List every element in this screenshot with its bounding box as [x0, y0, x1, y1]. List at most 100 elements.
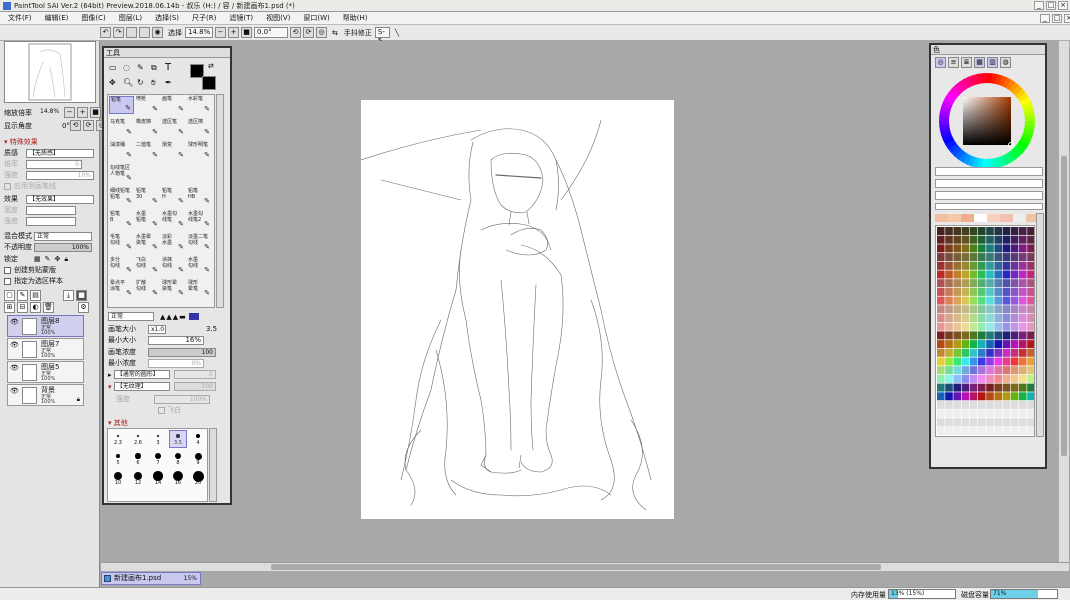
brush-size-multiplier[interactable]: x1.0	[148, 324, 166, 334]
maximize-button[interactable]: □	[1046, 1, 1056, 10]
brush-slot[interactable]: 勾线笔区 人物笔 ✎	[109, 165, 134, 183]
horizontal-scroll-thumb[interactable]	[271, 564, 881, 570]
brush-shape-selected-icon[interactable]	[188, 313, 199, 320]
zoom-in-icon[interactable]: +	[228, 27, 239, 38]
size-dot[interactable]	[155, 453, 161, 459]
layer-transfer-icon[interactable]: ⤓	[63, 290, 74, 301]
rotation-field[interactable]: 0.0°	[254, 27, 288, 38]
palette-tab-icon[interactable]: ▦	[974, 57, 985, 68]
brush-scrollbar[interactable]	[216, 94, 224, 308]
brush-slot[interactable]: 球形 晕笔 ✎	[187, 280, 212, 298]
brush-slot[interactable]: 水墨勾 线笔2 ✎	[187, 211, 212, 229]
size-dot[interactable]	[114, 472, 122, 480]
brush-slot[interactable]: 二值笔 ✎	[135, 142, 160, 160]
nav-zoom-reset-icon[interactable]: ■	[90, 107, 101, 118]
brush-slot[interactable]: 细线铅笔 铅笔 ✎	[109, 188, 134, 206]
select-source-checkbox[interactable]	[4, 277, 11, 285]
deselect-icon[interactable]	[126, 27, 137, 38]
size-dot[interactable]	[135, 453, 141, 459]
menu-layer[interactable]: 图层(L)	[119, 13, 142, 23]
texture-scale-field[interactable]: 0	[26, 159, 82, 169]
doc-restore-button[interactable]: □	[1052, 14, 1062, 23]
brush-slot[interactable]: 马克笔 ✎	[109, 119, 134, 137]
brush-slot[interactable]: 涂抹 勾线 ✎	[161, 257, 186, 275]
brush-slot[interactable]	[187, 165, 212, 183]
brush-slot[interactable]: 水墨晕 染笔 ✎	[135, 234, 160, 252]
vertical-scroll-thumb[interactable]	[1061, 156, 1067, 456]
rgb-slider-tab-icon[interactable]: ≡	[948, 57, 959, 68]
brush-slot[interactable]: 水墨 铅笔 ✎	[135, 211, 160, 229]
brush-slot[interactable]: 画笔 ✎	[161, 96, 186, 114]
min-size-slider[interactable]: 16%	[148, 335, 204, 345]
invert-selection-icon[interactable]	[139, 27, 150, 38]
size-dot[interactable]	[196, 434, 200, 438]
menu-ruler[interactable]: 尺子(R)	[192, 13, 216, 23]
brush-slot[interactable]: 铅笔 30 ✎	[135, 188, 160, 206]
apply-brush-checkbox[interactable]	[4, 182, 11, 190]
size-scrollbar[interactable]	[209, 428, 217, 502]
redo-icon[interactable]: ↷	[113, 27, 124, 38]
vertical-scrollbar[interactable]	[1058, 41, 1069, 562]
layer-item[interactable]: 👁︎ 背景 正常 100% 🔒︎	[7, 384, 84, 406]
zoom-out-icon[interactable]: −	[215, 27, 226, 38]
swatch-tab-icon[interactable]: ▥	[987, 57, 998, 68]
brush-slot[interactable]: 淡彩 水墨 ✎	[161, 234, 186, 252]
layer-delete-icon[interactable]: ■	[76, 290, 87, 301]
brush-slot[interactable]: 水墨 勾线 ✎	[187, 257, 212, 275]
menu-help[interactable]: 帮助(H)	[343, 13, 368, 23]
size-dot[interactable]	[194, 452, 202, 460]
brush-slot[interactable]	[135, 165, 160, 183]
density-slider[interactable]: 100	[148, 347, 216, 357]
layer-select-icon[interactable]: ⧉	[151, 63, 157, 73]
swatch-grid[interactable]	[935, 225, 1035, 437]
color-bar[interactable]	[935, 203, 1043, 210]
zoom-field[interactable]: 14.8%	[185, 27, 213, 38]
min-density-slider[interactable]: 0%	[148, 358, 204, 368]
brush-strength-slider[interactable]: 100%	[154, 394, 210, 404]
visibility-eye-icon[interactable]: 👁︎	[10, 364, 19, 372]
clear-layer-icon[interactable]: ⊟	[17, 302, 28, 313]
menu-select[interactable]: 选择(S)	[155, 13, 179, 23]
brush-slot[interactable]: 水彩笔 ✎	[187, 96, 212, 114]
brush-slot[interactable]: 飞白 勾线 ✎	[135, 257, 160, 275]
brush-slot[interactable]: 铅笔 H ✎	[161, 188, 186, 206]
flip-icon[interactable]: ⇆	[332, 29, 338, 37]
flyout-checkbox[interactable]	[158, 406, 165, 414]
menu-view[interactable]: 视图(V)	[266, 13, 290, 23]
hand-icon[interactable]: ✋︎	[151, 78, 156, 88]
color-wheel[interactable]	[937, 71, 1037, 171]
brush-slot[interactable]: 选区笔 ✎	[161, 119, 186, 137]
other-header[interactable]: ▾ 其他	[108, 418, 128, 428]
rect-select-icon[interactable]: ▭	[109, 63, 117, 72]
swap-colors-icon[interactable]: ⇄	[208, 62, 214, 70]
merge-down-icon[interactable]: ⊞	[4, 302, 15, 313]
zoom-value[interactable]: 14.8%	[38, 108, 64, 117]
horizontal-scrollbar[interactable]	[101, 562, 1069, 571]
undo-icon[interactable]: ↶	[100, 27, 111, 38]
rotate-tool-icon[interactable]: ↻	[137, 78, 144, 87]
brush-texture-select[interactable]: 【无纹理】	[113, 382, 170, 391]
stabilizer-select[interactable]: S-5	[374, 27, 390, 45]
menu-edit[interactable]: 编辑(E)	[45, 13, 69, 23]
minimize-button[interactable]: _	[1034, 1, 1044, 10]
lasso-icon[interactable]: ◌	[123, 63, 130, 72]
rotate-left-icon[interactable]: ⟲	[290, 27, 301, 38]
effect-strength-field[interactable]	[26, 216, 76, 226]
brush-slot[interactable]: 选区擦 ✎	[187, 119, 212, 137]
canvas-paper[interactable]	[360, 100, 674, 519]
brush-slot[interactable]: 橡皮擦 ✎	[135, 119, 160, 137]
secondary-color-swatch[interactable]	[202, 76, 216, 90]
brush-slot[interactable]: 球形晕 染笔 ✎	[161, 280, 186, 298]
brush-shape-icons[interactable]: ▲▲▲▬	[160, 313, 187, 321]
nav-rotate-right-icon[interactable]: ⟳	[83, 120, 94, 131]
document-tab[interactable]: 新建画布1.psd 15%	[101, 572, 201, 585]
selection-visibility-icon[interactable]: ◉	[152, 27, 163, 38]
zoom-tool-icon[interactable]: 🔍︎	[123, 78, 133, 87]
lock-transparency-icon[interactable]: ▦	[34, 255, 41, 263]
nav-zoom-in-icon[interactable]: +	[77, 107, 88, 118]
layer-settings-icon[interactable]: ⚙	[78, 302, 89, 313]
brush-slot[interactable]: 渐变 ✎	[161, 142, 186, 160]
doc-close-button[interactable]: ×	[1064, 14, 1070, 23]
brush-texture-slider[interactable]: 100	[173, 382, 216, 391]
clip-checkbox[interactable]	[4, 266, 11, 274]
